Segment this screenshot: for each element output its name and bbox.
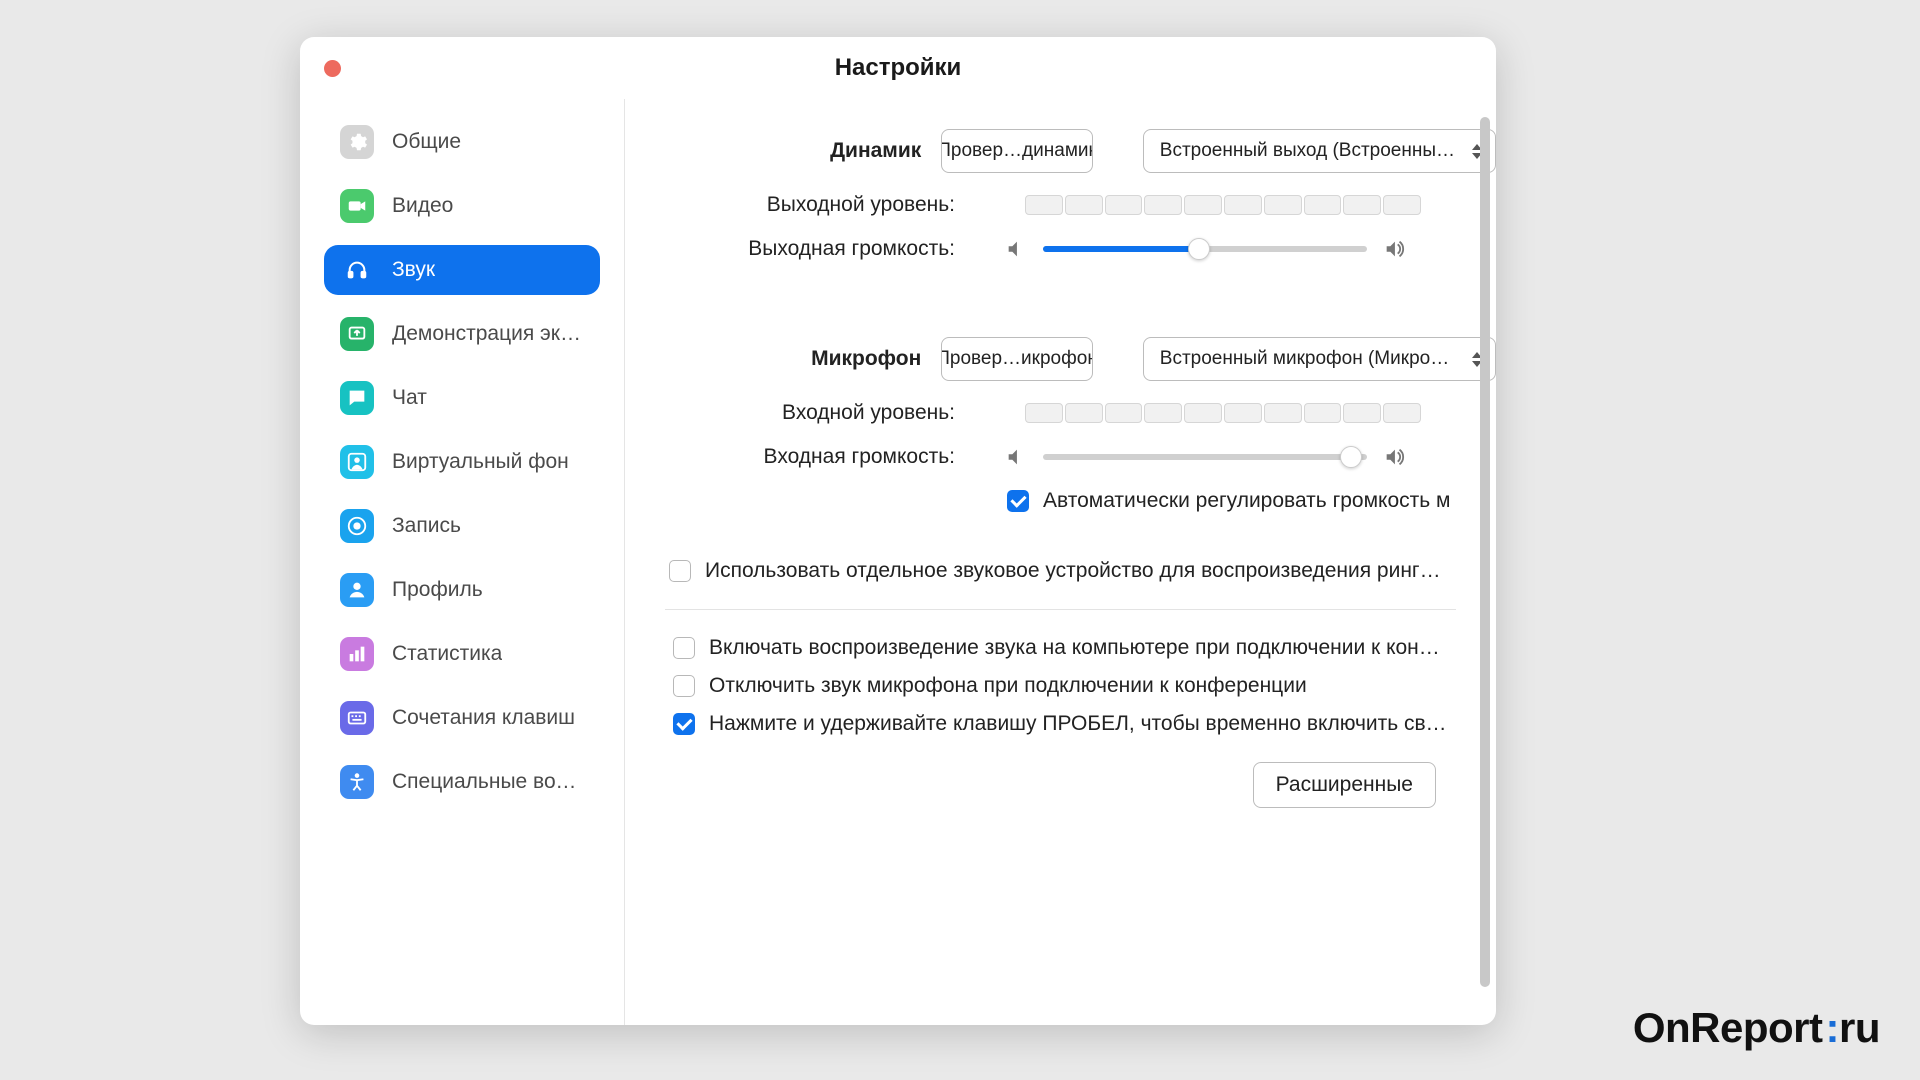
sidebar-item-accessibility[interactable]: Специальные возм… [324,757,600,807]
separate-ringtone-device-checkbox[interactable] [669,560,691,582]
sidebar-item-label: Сочетания клавиш [392,706,575,730]
keyboard-icon [340,701,374,735]
speaker-low-icon [1005,446,1027,468]
sidebar-item-shortcuts[interactable]: Сочетания клавиш [324,693,600,743]
separate-ringtone-device-label: Использовать отдельное звуковое устройст… [705,559,1445,583]
speaker-heading: Динамик [665,139,941,163]
test-speaker-button[interactable]: Провер…динамик [941,129,1093,173]
join_audio-label: Включать воспроизведение звука на компью… [709,636,1449,660]
auto-adjust-volume-checkbox[interactable] [1007,490,1029,512]
sidebar-item-label: Чат [392,386,427,410]
sidebar-item-profile[interactable]: Профиль [324,565,600,615]
profile-icon [340,573,374,607]
background-icon [340,445,374,479]
input-level-label: Входной уровень: [665,401,975,425]
join_audio-checkbox[interactable] [673,637,695,659]
chat-icon [340,381,374,415]
sidebar-item-general[interactable]: Общие [324,117,600,167]
speaker-high-icon [1383,446,1405,468]
sidebar-item-vbg[interactable]: Виртуальный фон [324,437,600,487]
sidebar-item-label: Специальные возм… [392,770,584,794]
content-pane: Динамик Провер…динамик Встроенный выход … [625,99,1496,1025]
speaker-device-selected: Встроенный выход (Встроенные дин… [1160,140,1461,162]
titlebar: Настройки [300,37,1496,99]
speaker-high-icon [1383,238,1405,260]
speaker-low-icon [1005,238,1027,260]
sidebar-item-label: Демонстрация экр… [392,322,584,346]
mute_on_join-label: Отключить звук микрофона при подключении… [709,674,1307,698]
test-mic-button[interactable]: Провер…икрофон [941,337,1093,381]
sidebar-item-label: Звук [392,258,435,282]
watermark: OnReport :ru [1633,1004,1880,1052]
output-volume-slider[interactable] [1043,246,1367,252]
sidebar-item-stats[interactable]: Статистика [324,629,600,679]
sidebar-item-label: Общие [392,130,461,154]
output-volume-label: Выходная громкость: [665,237,975,261]
divider [665,609,1456,610]
sidebar-item-label: Профиль [392,578,483,602]
gear-icon [340,125,374,159]
sidebar-item-record[interactable]: Запись [324,501,600,551]
stats-icon [340,637,374,671]
mic-device-selected: Встроенный микрофон (Микрофон) [1160,348,1461,370]
spacebar_ptt-checkbox[interactable] [673,713,695,735]
record-icon [340,509,374,543]
headphones-icon [340,253,374,287]
accessibility-icon [340,765,374,799]
window-title: Настройки [300,54,1496,82]
sidebar-item-label: Виртуальный фон [392,450,569,474]
mute_on_join-checkbox[interactable] [673,675,695,697]
sidebar-item-share[interactable]: Демонстрация экр… [324,309,600,359]
settings-window: Настройки Общие Видео Звук Демонстрация экр… [300,37,1496,1025]
sidebar-item-label: Запись [392,514,461,538]
input-volume-label: Входная громкость: [665,445,975,469]
auto-adjust-volume-label: Автоматически регулировать громкость м [1043,489,1450,513]
scrollbar[interactable] [1480,117,1490,987]
close-button[interactable] [324,60,341,77]
sidebar-item-label: Статистика [392,642,502,666]
window-body: Общие Видео Звук Демонстрация экр… Чат Виртуа… [300,99,1496,1025]
microphone-heading: Микрофон [665,347,941,371]
sidebar-item-video[interactable]: Видео [324,181,600,231]
sidebar-item-chat[interactable]: Чат [324,373,600,423]
output-level-meter [1025,195,1421,215]
sidebar: Общие Видео Звук Демонстрация экр… Чат Виртуа… [300,99,625,1025]
speaker-device-select[interactable]: Встроенный выход (Встроенные дин… [1143,129,1496,173]
input-volume-slider[interactable] [1043,454,1367,460]
output-level-label: Выходной уровень: [665,193,975,217]
share-icon [340,317,374,351]
input-level-meter [1025,403,1421,423]
camera-icon [340,189,374,223]
sidebar-item-audio[interactable]: Звук [324,245,600,295]
sidebar-item-label: Видео [392,194,453,218]
mic-device-select[interactable]: Встроенный микрофон (Микрофон) [1143,337,1496,381]
spacebar_ptt-label: Нажмите и удерживайте клавишу ПРОБЕЛ, чт… [709,712,1449,736]
advanced-button[interactable]: Расширенные [1253,762,1436,808]
